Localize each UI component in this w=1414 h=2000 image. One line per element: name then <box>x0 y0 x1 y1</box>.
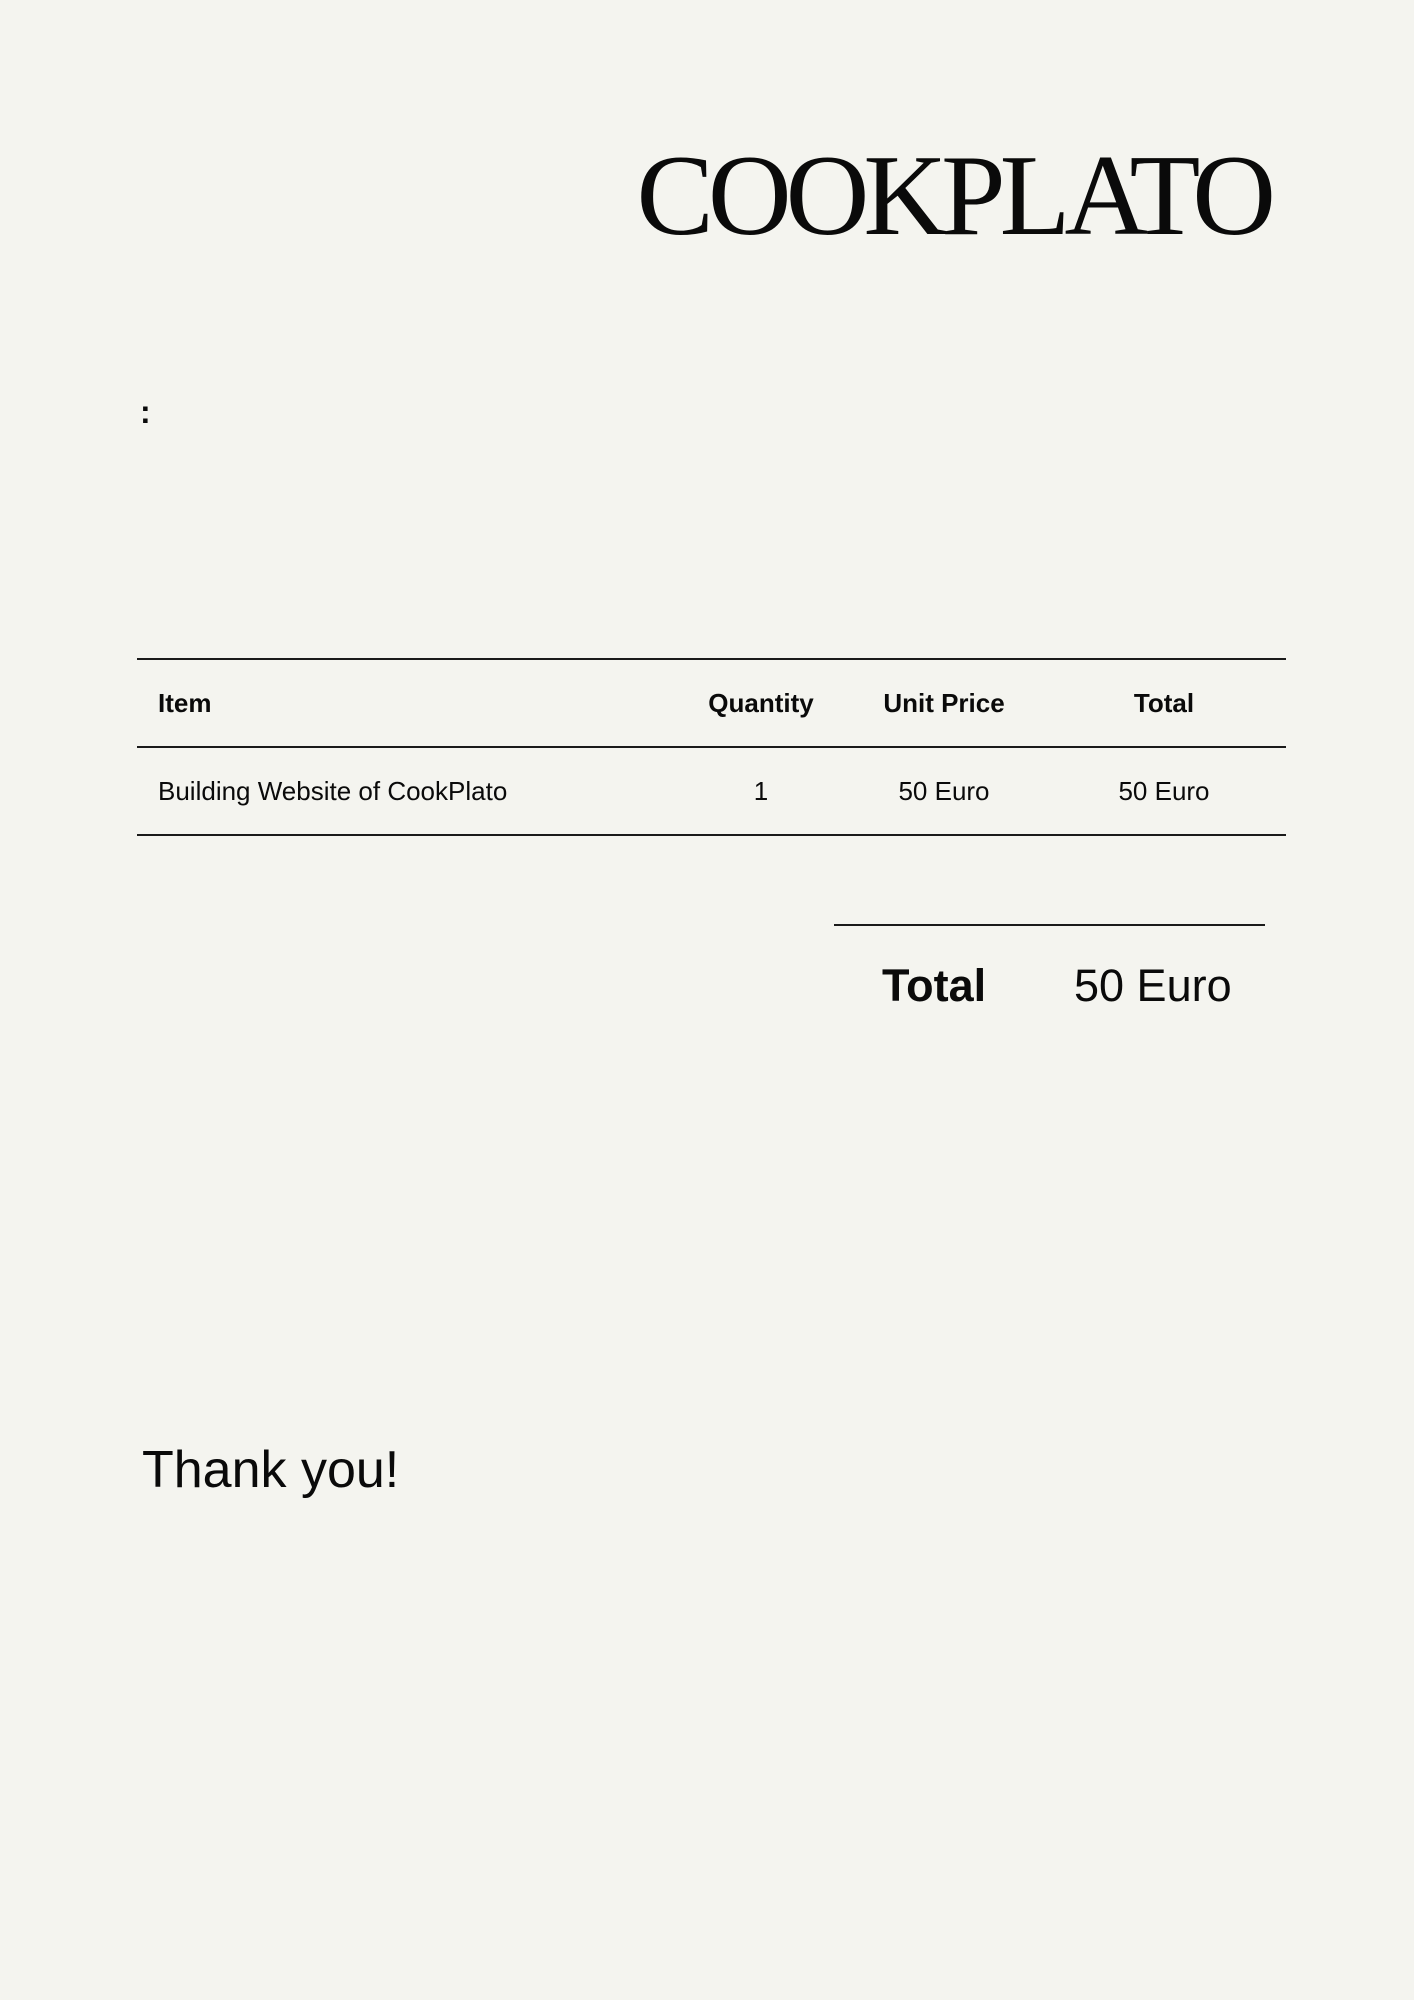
thank-you-message: Thank you! <box>142 1441 400 1499</box>
item-total: 50 Euro <box>1118 775 1210 806</box>
grand-total: Total 50 Euro <box>834 924 1265 1046</box>
recipient-label: : <box>140 394 151 430</box>
invoice-table: Item Quantity Unit Price Total Building … <box>137 658 1286 836</box>
grand-total-value: 50 Euro <box>1074 960 1232 1011</box>
column-header-total: Total <box>1133 687 1195 718</box>
column-header-item: Item <box>158 687 212 718</box>
item-description: Building Website of CookPlato <box>158 775 508 806</box>
table-header-row: Item Quantity Unit Price Total <box>137 659 1286 747</box>
brand-logo: COOKPLATO <box>636 132 1276 260</box>
item-unit-price: 50 Euro <box>898 775 990 806</box>
column-header-unit-price: Unit Price <box>883 687 1005 718</box>
column-header-quantity: Quantity <box>708 687 814 718</box>
item-quantity: 1 <box>753 775 769 806</box>
table-row: Building Website of CookPlato 1 50 Euro … <box>137 747 1286 835</box>
grand-total-label: Total <box>882 960 987 1011</box>
